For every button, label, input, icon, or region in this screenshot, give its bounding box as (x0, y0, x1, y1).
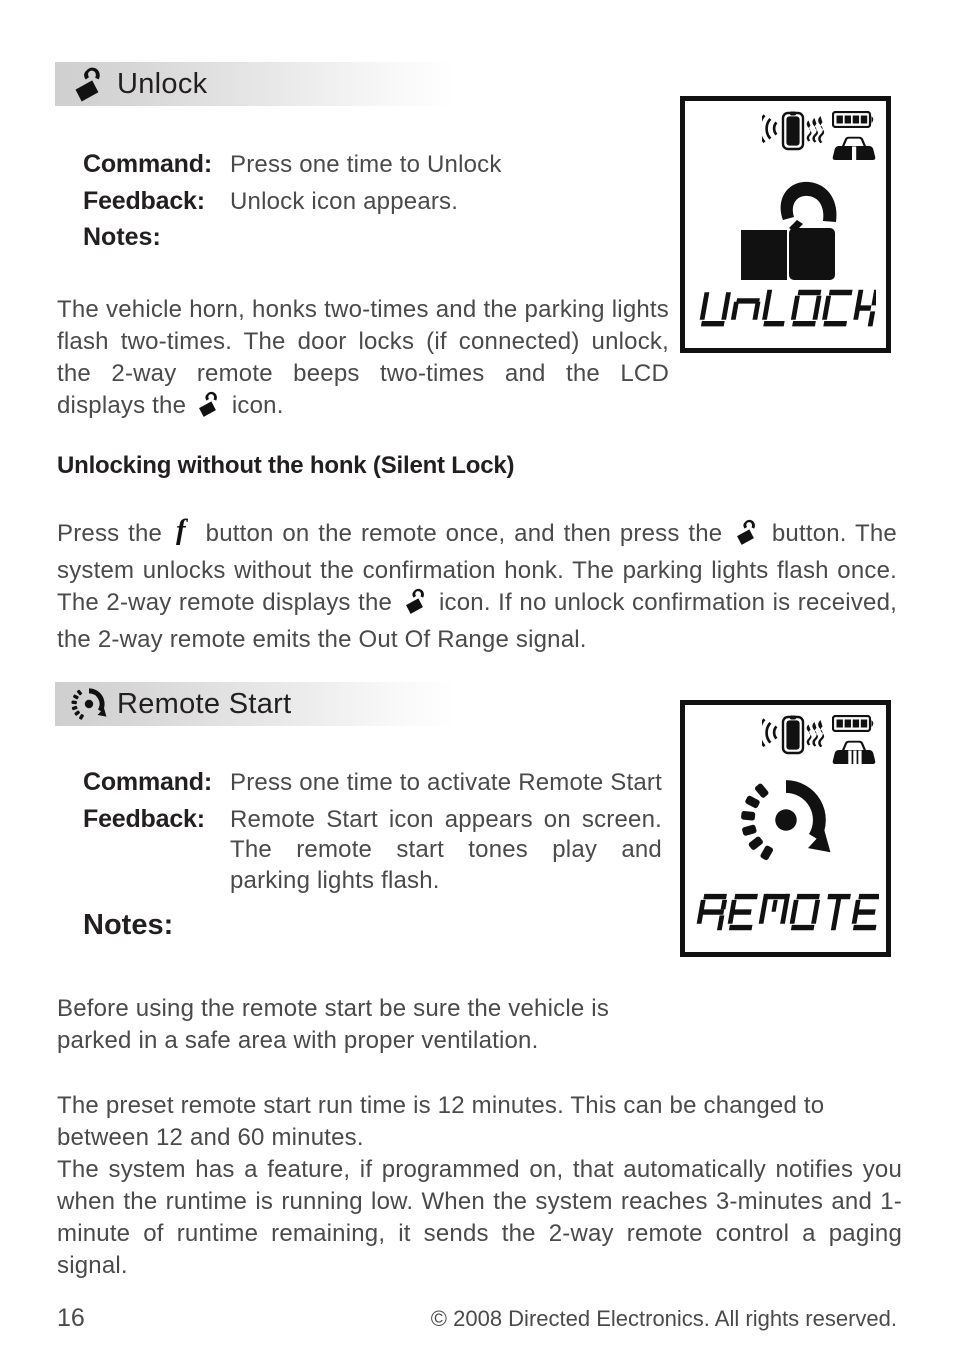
lcd-word-unlock (685, 286, 886, 336)
car-front-icon (832, 136, 876, 166)
notes-row: Notes: (83, 223, 502, 252)
battery-full-icon (831, 110, 876, 133)
command-row: Command: Press one time to activate Remo… (83, 768, 662, 799)
lcd-display-remote-start (680, 700, 891, 957)
feedback-value: Unlock icon appears. (230, 187, 459, 215)
battery-full-icon (831, 714, 876, 737)
notes-row: Notes: (83, 909, 662, 942)
unlock-padlock-large-icon (685, 179, 886, 289)
command-value: Press one time to Unlock (230, 151, 502, 178)
unlock-notes-tail: icon. (231, 392, 284, 420)
lcd-right-icons (831, 110, 876, 166)
remote-start-dial-icon (69, 684, 109, 724)
silent-text-1: Press the (57, 520, 163, 547)
svg-text:f: f (176, 515, 189, 545)
section-title: Remote Start (117, 687, 292, 720)
silent-lock-subheading: Unlocking without the honk (Silent Lock) (57, 452, 515, 479)
remote-start-note-2: The preset remote start run time is 12 m… (57, 1092, 825, 1152)
feedback-value: Remote Start icon appears on screen. The… (230, 805, 662, 895)
remote-start-spec-block: Command: Press one time to activate Remo… (83, 768, 662, 948)
unlock-padlock-icon (69, 64, 109, 104)
unlock-padlock-inline-icon-3 (403, 587, 429, 624)
unlock-padlock-inline-icon-2 (734, 518, 760, 555)
command-label: Command: (83, 768, 212, 796)
unlock-spec-block: Command: Press one time to Unlock Feedba… (83, 150, 502, 258)
remote-fob-signal-icon (758, 715, 826, 766)
lcd-word-remote (685, 890, 886, 940)
notes-label: Notes: (83, 908, 174, 941)
remote-fob-signal-icon (758, 111, 826, 162)
section-header-unlock: Unlock (55, 62, 455, 106)
lcd-right-icons (831, 714, 876, 770)
page-footer: 16 © 2008 Directed Electronics. All righ… (57, 1304, 897, 1333)
feedback-row: Feedback: Remote Start icon appears on s… (83, 805, 662, 897)
feedback-row: Feedback: Unlock icon appears. (83, 187, 502, 218)
copyright-notice: © 2008 Directed Electronics. All rights … (430, 1306, 897, 1331)
unlock-padlock-inline-icon (196, 390, 222, 427)
silent-lock-paragraph: Press the f button on the remote once, a… (57, 514, 897, 657)
remote-start-dial-large-icon (685, 765, 886, 875)
page-number: 16 (57, 1304, 85, 1332)
section-header-remote-start: Remote Start (55, 682, 455, 726)
lcd-status-icons (758, 714, 876, 770)
silent-text-2: button on the remote once, and then pres… (205, 520, 723, 547)
lcd-display-unlock (680, 96, 891, 353)
command-label: Command: (83, 150, 212, 178)
feedback-label: Feedback: (83, 186, 205, 215)
command-value: Press one time to activate Remote Start (230, 769, 662, 796)
feedback-label: Feedback: (83, 804, 205, 833)
remote-start-note-1: Before using the remote start be sure th… (57, 995, 610, 1055)
section-title: Unlock (117, 67, 208, 100)
aux-f-button-icon: f (174, 514, 194, 554)
manual-page: Unlock Command: Press one time to Unlock… (0, 0, 954, 1359)
unlock-notes-text: The vehicle horn, honks two-times and th… (57, 296, 669, 420)
remote-start-note-3: The system has a feature, if programmed … (57, 1156, 902, 1280)
notes-label: Notes: (83, 223, 161, 252)
lcd-status-icons (758, 110, 876, 166)
unlock-notes-paragraph: The vehicle horn, honks two-times and th… (57, 294, 669, 428)
command-row: Command: Press one time to Unlock (83, 150, 502, 181)
